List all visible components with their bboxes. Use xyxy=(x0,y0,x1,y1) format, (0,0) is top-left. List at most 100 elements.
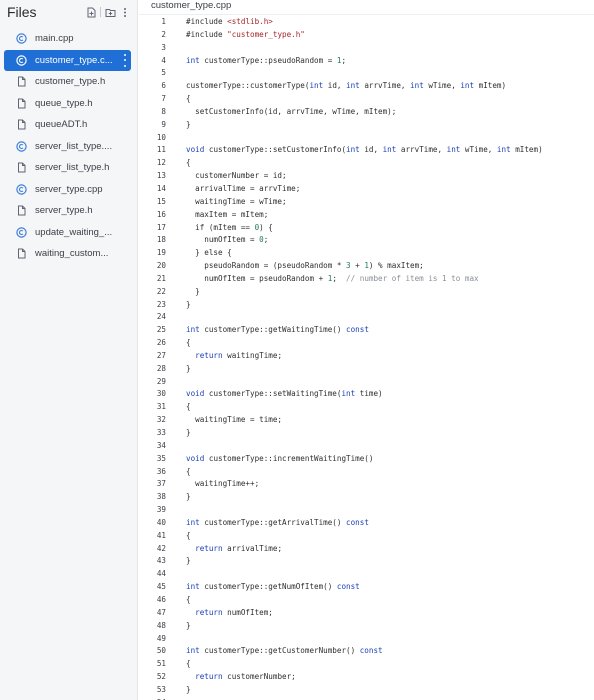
new-file-icon[interactable] xyxy=(85,6,97,18)
code-line: 3 xyxy=(139,42,594,55)
tab-divider xyxy=(139,14,594,15)
code-line: 41 { xyxy=(139,530,594,543)
code-line: 9} xyxy=(139,119,594,132)
code-token: mItem) xyxy=(474,81,507,91)
line-number: 17 xyxy=(156,222,166,232)
code-token: numOfItem = pseudoRandom + xyxy=(186,273,328,283)
code-text: int customerType::getWaitingTime() const xyxy=(166,324,369,337)
code-line: 51 { xyxy=(139,658,594,671)
code-token: arrvTime, xyxy=(359,81,411,91)
code-line: 21 numOfItem = pseudoRandom + 1; // numb… xyxy=(139,273,594,286)
line-number: 4 xyxy=(161,55,166,65)
code-token: const xyxy=(336,582,360,592)
file-item[interactable]: server_type.cpp xyxy=(4,179,131,201)
code-token: } else { xyxy=(186,248,232,258)
sidebar-title: Files xyxy=(7,4,37,20)
file-item[interactable]: customer_type.h xyxy=(4,71,131,93)
code-line: 4 int customerType::pseudoRandom = 1; xyxy=(139,55,594,68)
cpp-file-icon xyxy=(16,33,27,44)
line-number: 32 xyxy=(156,415,166,425)
line-number: 6 xyxy=(161,81,166,91)
code-line: 45 int customerType::getNumOfItem() const xyxy=(139,581,594,594)
code-line: 11 void customerType::setCustomerInfo(int… xyxy=(139,144,594,157)
code-token: } xyxy=(186,299,191,309)
code-token: numOfItem = xyxy=(186,235,260,245)
code-text: } xyxy=(166,491,191,504)
code-token: return xyxy=(186,672,223,682)
file-item[interactable]: waiting_custom... xyxy=(4,243,131,265)
code-text: #include "customer_type.h" xyxy=(166,29,305,42)
code-token: } xyxy=(186,556,191,566)
code-token: void xyxy=(186,453,205,463)
ide-window: Files main.cpp customer_type.c... customer… xyxy=(0,0,594,700)
code-token: wTime, xyxy=(423,81,461,91)
code-text: arrivalTime = arrvTime; xyxy=(166,183,300,196)
code-token: <stdlib.h> xyxy=(227,17,273,26)
tab-customer-type-cpp[interactable]: customer_type.cpp xyxy=(151,0,234,15)
code-text: } xyxy=(166,299,191,312)
code-token: customerType::getNumOfItem() xyxy=(199,582,337,592)
code-line: 6 customerType::customerType(int id, int … xyxy=(139,80,594,93)
code-line: 39 xyxy=(139,504,594,517)
file-item[interactable]: queueADT.h xyxy=(4,114,131,136)
code-line: 28} xyxy=(139,363,594,376)
code-text: { xyxy=(166,401,191,414)
code-token: time) xyxy=(355,389,383,399)
header-file-icon xyxy=(16,162,27,173)
code-text: numOfItem = 0; xyxy=(166,234,268,247)
line-number: 27 xyxy=(156,350,166,360)
new-folder-icon[interactable] xyxy=(104,6,116,18)
code-token: id, xyxy=(323,81,347,91)
cpp-file-icon xyxy=(16,55,27,66)
code-line: 34 xyxy=(139,440,594,453)
code-area[interactable]: 1 #include <stdlib.h> 2 #include "customer_… xyxy=(139,16,594,700)
code-token: waitingTime; xyxy=(222,350,283,360)
code-line: 16 maxItem = mItem; xyxy=(139,209,594,222)
line-number: 14 xyxy=(156,183,166,193)
code-text: setCustomerInfo(id, arrvTime, wTime, mIt… xyxy=(166,106,396,119)
line-number: 52 xyxy=(156,672,166,682)
file-label: customer_type.h xyxy=(35,76,106,88)
code-token: wTime, xyxy=(460,145,497,155)
code-line: 47 return numOfItem; xyxy=(139,607,594,620)
code-token: customerType::customerType( xyxy=(186,81,310,91)
line-number: 49 xyxy=(156,633,166,643)
code-editor[interactable]: customer_type.cpp 1 #include <stdlib.h> 2 #… xyxy=(139,0,594,700)
file-item[interactable]: customer_type.c... xyxy=(4,49,131,71)
file-label: server_list_type.h xyxy=(35,162,110,174)
code-line: 7{ xyxy=(139,93,594,106)
file-item[interactable]: server_list_type.... xyxy=(4,136,131,158)
file-item[interactable]: main.cpp xyxy=(4,28,131,50)
code-line: 36 { xyxy=(139,466,594,479)
line-number: 1 xyxy=(161,17,166,26)
code-text: } else { xyxy=(166,247,232,260)
code-token: void xyxy=(186,145,205,155)
file-item[interactable]: server_list_type.h xyxy=(4,157,131,179)
code-line: 10 xyxy=(139,132,594,145)
file-item[interactable]: update_waiting_... xyxy=(4,222,131,244)
header-divider xyxy=(100,7,101,17)
file-item[interactable]: queue_type.h xyxy=(4,93,131,115)
header-file-icon xyxy=(16,205,27,216)
code-line: 44 xyxy=(139,568,594,581)
code-token: return xyxy=(186,607,223,617)
line-number: 31 xyxy=(156,402,166,412)
more-options-icon[interactable] xyxy=(119,6,131,18)
line-number: 51 xyxy=(156,659,166,669)
code-line: 8 setCustomerInfo(id, arrvTime, wTime, m… xyxy=(139,106,594,119)
cpp-file-icon xyxy=(16,227,27,238)
code-token: arrvTime, xyxy=(396,145,447,155)
code-token: "customer_type.h" xyxy=(227,29,305,39)
line-number: 16 xyxy=(156,209,166,219)
file-label: server_type.cpp xyxy=(35,183,103,195)
code-line: 18 numOfItem = 0; xyxy=(139,234,594,247)
code-token: int xyxy=(446,145,461,155)
code-line: 14 arrivalTime = arrvTime; xyxy=(139,183,594,196)
code-token: customerType::getWaitingTime() xyxy=(199,325,347,335)
code-text: } xyxy=(166,684,191,697)
file-item[interactable]: server_type.h xyxy=(4,200,131,222)
line-number: 2 xyxy=(161,29,166,39)
file-options-icon[interactable] xyxy=(123,53,126,67)
